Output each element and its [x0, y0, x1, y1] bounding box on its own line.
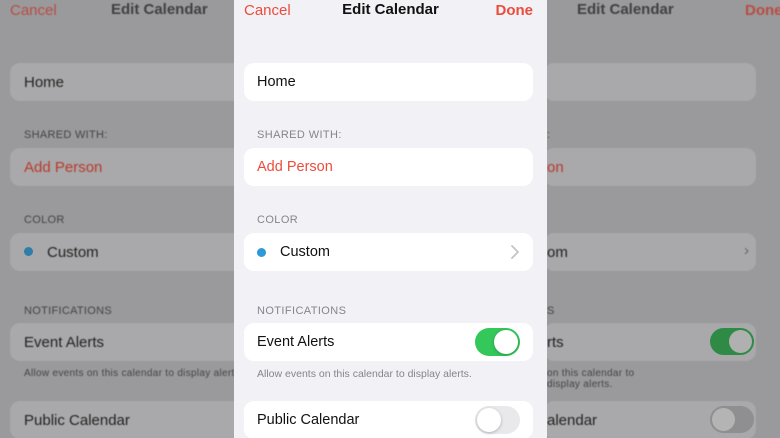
bg-right-shared-fragment: : — [547, 129, 551, 141]
bg-shared-label: SHARED WITH: — [24, 129, 108, 141]
bg-right-notif-fragment: S — [547, 305, 555, 317]
color-swatch-dot — [257, 247, 266, 257]
bg-cancel-text: Cancel — [10, 2, 57, 19]
color-header: COLOR — [257, 214, 299, 226]
public-calendar-label: Public Calendar — [257, 412, 360, 428]
navigation-bar: Cancel Edit Calendar Done — [234, 0, 547, 22]
bg-right-alerts-fragment: rts — [547, 334, 564, 351]
event-alerts-label: Event Alerts — [257, 334, 335, 350]
event-alerts-footnote: Allow events on this calendar to display… — [257, 368, 472, 380]
bg-right-home-row — [547, 63, 756, 101]
bg-right-copy: Edit Calendar Done : on om › S rts on th… — [547, 0, 780, 438]
calendar-name-value: Home — [257, 74, 296, 90]
bg-public-text: Public Calendar — [24, 412, 130, 429]
bg-title-text: Edit Calendar — [111, 1, 208, 18]
public-calendar-row: Public Calendar — [244, 401, 533, 438]
done-button[interactable]: Done — [496, 2, 534, 19]
bg-add-person-text: Add Person — [24, 159, 103, 176]
notifications-header: NOTIFICATIONS — [257, 305, 347, 317]
calendar-name-field[interactable]: Home — [244, 63, 533, 101]
bg-right-title: Edit Calendar — [577, 1, 674, 18]
add-person-label: Add Person — [257, 159, 333, 175]
bg-right-done: Done — [745, 2, 780, 19]
bg-event-alerts-text: Event Alerts — [24, 334, 105, 351]
public-calendar-toggle[interactable] — [475, 406, 520, 434]
edit-calendar-screen: Cancel Edit Calendar Done Home SHARED WI… — [234, 0, 547, 438]
bg-right-toggle-on — [710, 328, 754, 355]
bg-right-public-fragment: alendar — [547, 412, 598, 429]
bg-footnote-text: Allow events on this calendar to display… — [24, 368, 234, 379]
toggle-knob — [477, 408, 501, 432]
bg-color-row — [10, 233, 250, 271]
event-alerts-row: Event Alerts — [244, 323, 533, 361]
bg-home-text: Home — [24, 74, 65, 91]
bg-right-toggle-off — [710, 406, 754, 433]
color-picker-row[interactable]: Custom — [244, 233, 533, 271]
shared-with-header: SHARED WITH: — [257, 129, 342, 141]
chevron-right-icon — [511, 245, 519, 259]
add-person-button[interactable]: Add Person — [244, 148, 533, 186]
event-alerts-toggle[interactable] — [475, 328, 520, 356]
cancel-button[interactable]: Cancel — [244, 2, 291, 19]
bg-right-footnote-fragment: on this calendar to display alerts. — [547, 368, 635, 390]
bg-color-dot — [24, 247, 33, 256]
bg-right-color-row — [547, 233, 756, 271]
bg-right-chevron: › — [744, 242, 749, 259]
bg-color-label: COLOR — [24, 214, 65, 226]
bg-right-add-row — [547, 148, 756, 186]
color-value-label: Custom — [280, 244, 330, 260]
bg-right-add-fragment: on — [547, 159, 564, 176]
bg-right-custom-fragment: om — [547, 244, 568, 261]
bg-notifications-label: NOTIFICATIONS — [24, 305, 113, 317]
bg-custom-text: Custom — [47, 244, 99, 261]
toggle-knob — [494, 330, 518, 354]
